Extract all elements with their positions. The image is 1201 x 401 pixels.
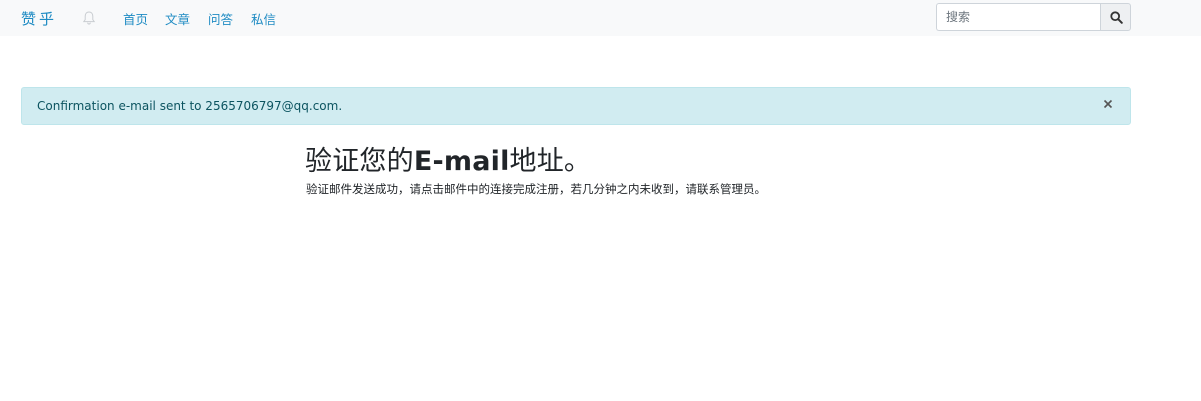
top-navbar: 赞乎 首页 文章 问答 私信 (0, 0, 1201, 36)
title-prefix: 验证您的 (305, 146, 414, 177)
search-button[interactable] (1100, 3, 1131, 31)
bell-icon[interactable] (82, 10, 96, 26)
nav-link-articles[interactable]: 文章 (165, 9, 190, 28)
close-icon[interactable] (1102, 98, 1114, 110)
title-suffix: 地址。 (509, 146, 592, 177)
confirmation-alert: Confirmation e-mail sent to 2565706797@q… (21, 87, 1131, 125)
alert-message: Confirmation e-mail sent to 2565706797@q… (37, 99, 343, 113)
search-icon (1110, 11, 1123, 24)
title-email-word: E-mail (413, 146, 510, 177)
nav-link-home[interactable]: 首页 (123, 9, 148, 28)
verification-description: 验证邮件发送成功，请点击邮件中的连接完成注册，若几分钟之内未收到，请联系管理员。 (306, 182, 766, 196)
nav-link-qa[interactable]: 问答 (208, 9, 233, 28)
search-input[interactable] (936, 3, 1101, 31)
page-title: 验证您的E-mail地址。 (305, 139, 591, 178)
nav-link-messages[interactable]: 私信 (251, 9, 276, 28)
brand-logo[interactable]: 赞乎 (21, 8, 57, 29)
